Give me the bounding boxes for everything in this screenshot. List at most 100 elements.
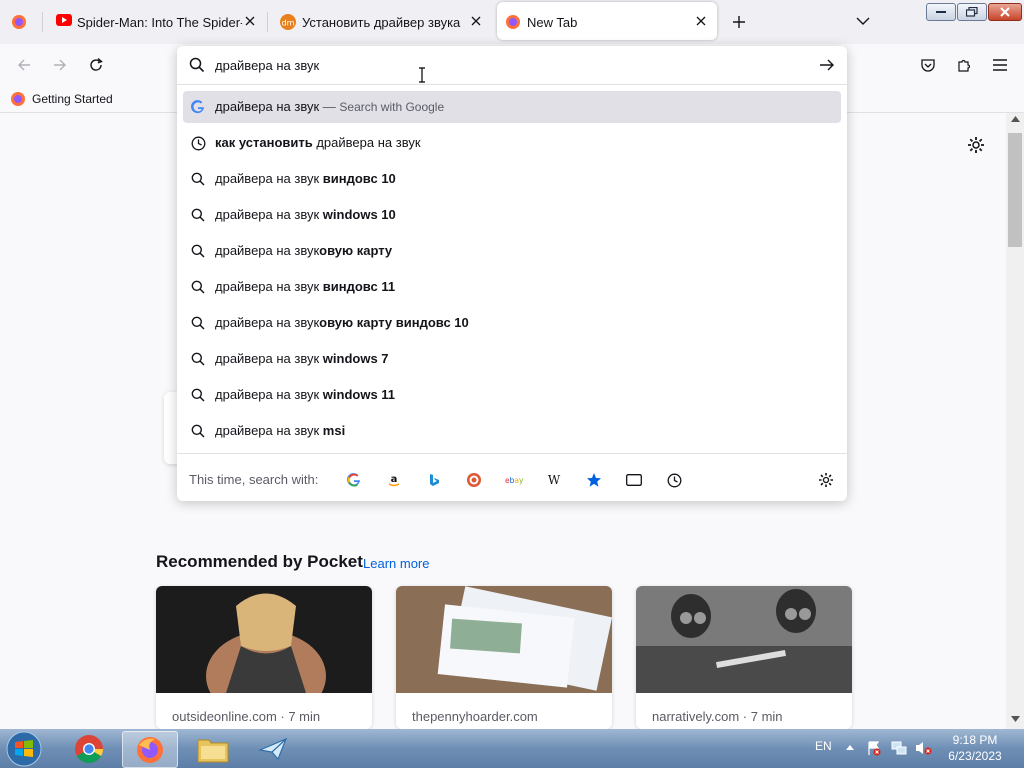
folder-icon bbox=[197, 735, 229, 763]
clock[interactable]: 9:18 PM 6/23/2023 bbox=[940, 733, 1010, 763]
firefox-icon bbox=[135, 735, 165, 765]
urlbar-input[interactable]: драйвера на звук bbox=[215, 58, 319, 73]
search-icon bbox=[190, 351, 206, 367]
back-arrow-icon[interactable] bbox=[13, 54, 35, 76]
suggestion-plain: драйвера на звук bbox=[215, 351, 323, 366]
firefox-icon bbox=[10, 91, 26, 107]
pocket-card[interactable]: thepennyhoarder.com bbox=[396, 586, 612, 729]
action-center-flag-icon[interactable] bbox=[866, 740, 882, 756]
suggestion-plain: драйвера на звук bbox=[215, 243, 320, 258]
suggestion-search[interactable]: драйвера на звук windows 11 bbox=[183, 379, 841, 411]
taskbar-explorer[interactable] bbox=[186, 731, 240, 766]
suggestion-bold: msi bbox=[322, 423, 346, 438]
urlbar-input-area[interactable]: драйвера на звук bbox=[177, 46, 847, 85]
hamburger-menu-icon[interactable] bbox=[989, 54, 1011, 76]
suggestion-search[interactable]: драйвера на звук виндовс 11 bbox=[183, 271, 841, 303]
pocket-heading: Recommended by Pocket bbox=[156, 552, 363, 571]
page-scrollbar[interactable] bbox=[1006, 113, 1024, 729]
search-icon bbox=[190, 279, 206, 295]
suggestion-search[interactable]: драйвера на звук виндовс 10 bbox=[183, 163, 841, 195]
close-icon[interactable] bbox=[693, 13, 709, 29]
suggestion-search[interactable]: драйвера на звуковую карту виндовс 10 bbox=[183, 307, 841, 339]
search-icon bbox=[190, 207, 206, 223]
suggestion-plain: драйвера на звук bbox=[312, 135, 421, 150]
network-icon[interactable] bbox=[891, 740, 907, 756]
firefox-view-icon[interactable] bbox=[11, 14, 27, 30]
minimize-button[interactable] bbox=[926, 3, 956, 21]
article-thumbnail-image bbox=[636, 586, 852, 693]
pocket-save-icon[interactable] bbox=[917, 54, 939, 76]
close-icon[interactable] bbox=[242, 13, 258, 29]
taskbar-firefox[interactable] bbox=[122, 731, 178, 768]
start-button[interactable] bbox=[4, 730, 44, 767]
go-arrow-icon[interactable] bbox=[819, 58, 835, 72]
google-icon[interactable] bbox=[344, 470, 364, 490]
volume-muted-icon[interactable] bbox=[915, 740, 933, 756]
suggestion-bold: овую карту bbox=[319, 243, 393, 258]
close-icon[interactable] bbox=[468, 13, 484, 29]
article-source: narratively.com · 7 min bbox=[652, 709, 783, 724]
ebay-icon[interactable]: ebay bbox=[504, 470, 524, 490]
clock-date: 6/23/2023 bbox=[948, 749, 1002, 763]
suggestion-history[interactable]: как установить драйвера на звук bbox=[183, 127, 841, 159]
pocket-card[interactable]: narratively.com · 7 min bbox=[636, 586, 852, 729]
extensions-puzzle-icon[interactable] bbox=[953, 54, 975, 76]
wikipedia-icon[interactable]: W bbox=[544, 470, 564, 490]
suggestion-plain: драйвера на звук bbox=[215, 207, 323, 222]
learn-more-link[interactable]: Learn more bbox=[363, 556, 429, 571]
window-close-button[interactable] bbox=[988, 3, 1022, 21]
suggestion-bold: овую карту виндовс 10 bbox=[319, 315, 469, 330]
tabs-icon[interactable] bbox=[624, 470, 644, 490]
suggestion-plain: драйвера на звук bbox=[215, 423, 323, 438]
suggestion-bold: windows 11 bbox=[322, 387, 396, 402]
bookmarks-star-icon[interactable] bbox=[584, 470, 604, 490]
svg-text:W: W bbox=[548, 473, 561, 487]
taskbar-app[interactable] bbox=[246, 731, 300, 766]
chrome-icon bbox=[74, 734, 104, 764]
reload-icon[interactable] bbox=[85, 54, 107, 76]
text-cursor-ibeam-icon bbox=[418, 67, 426, 83]
restore-button[interactable] bbox=[957, 3, 987, 21]
suggestion-search[interactable]: драйвера на звук windows 10 bbox=[183, 199, 841, 231]
history-icon[interactable] bbox=[664, 470, 684, 490]
suggestion-plain: драйвера на звук bbox=[215, 279, 323, 294]
one-offs-label: This time, search with: bbox=[189, 472, 319, 487]
suggestion-text: драйвера на звук windows 10 bbox=[215, 207, 396, 222]
tab-new-tab[interactable]: New Tab bbox=[497, 2, 717, 40]
tab-title: New Tab bbox=[527, 15, 578, 30]
search-icon bbox=[190, 315, 206, 331]
amazon-icon[interactable]: a bbox=[384, 470, 404, 490]
article-source: thepennyhoarder.com bbox=[412, 709, 538, 724]
suggestion-plain: драйвера на звук bbox=[215, 315, 320, 330]
youtube-icon bbox=[56, 14, 72, 26]
suggestion-search[interactable]: драйвера на звуковую карту bbox=[183, 235, 841, 267]
duckduckgo-icon[interactable] bbox=[464, 470, 484, 490]
suggestion-text: драйвера на звук виндовс 10 bbox=[215, 171, 396, 186]
suggestion-search[interactable]: драйвера на звук msi bbox=[183, 415, 841, 447]
show-hidden-icons-icon[interactable] bbox=[846, 744, 854, 750]
tab-spiderman[interactable]: Spider-Man: Into The Spider-Verse bbox=[46, 2, 266, 40]
suggestion-search[interactable]: драйвера на звук windows 7 bbox=[183, 343, 841, 375]
suggestion-search-with-google[interactable]: драйвера на звук — Search with Google bbox=[183, 91, 841, 123]
bookmark-getting-started[interactable]: Getting Started bbox=[10, 90, 113, 108]
suggestion-text: драйвера на звук msi bbox=[215, 423, 345, 438]
search-settings-gear-icon[interactable] bbox=[816, 470, 836, 490]
suggestion-bold: виндовс 10 bbox=[322, 171, 396, 186]
suggestion-text: драйвера на звук виндовс 11 bbox=[215, 279, 395, 294]
tab-separator bbox=[267, 12, 268, 32]
bing-icon[interactable] bbox=[424, 470, 444, 490]
firefox-icon bbox=[505, 14, 521, 30]
tab-driver[interactable]: dm Установить драйвер звука bbox=[270, 2, 492, 40]
new-tab-plus-icon[interactable] bbox=[731, 14, 747, 30]
taskbar-chrome[interactable] bbox=[62, 731, 116, 766]
scrollbar-thumb[interactable] bbox=[1008, 133, 1022, 247]
google-icon bbox=[190, 99, 206, 115]
newtab-settings-gear-icon[interactable] bbox=[967, 136, 985, 154]
dm-site-icon: dm bbox=[280, 14, 296, 30]
search-icon bbox=[190, 387, 206, 403]
list-all-tabs-chevron-icon[interactable] bbox=[856, 16, 870, 26]
language-indicator[interactable]: EN bbox=[815, 739, 832, 753]
pocket-card[interactable]: outsideonline.com · 7 min bbox=[156, 586, 372, 729]
forward-arrow-icon[interactable] bbox=[49, 54, 71, 76]
article-source: outsideonline.com · 7 min bbox=[172, 709, 321, 724]
